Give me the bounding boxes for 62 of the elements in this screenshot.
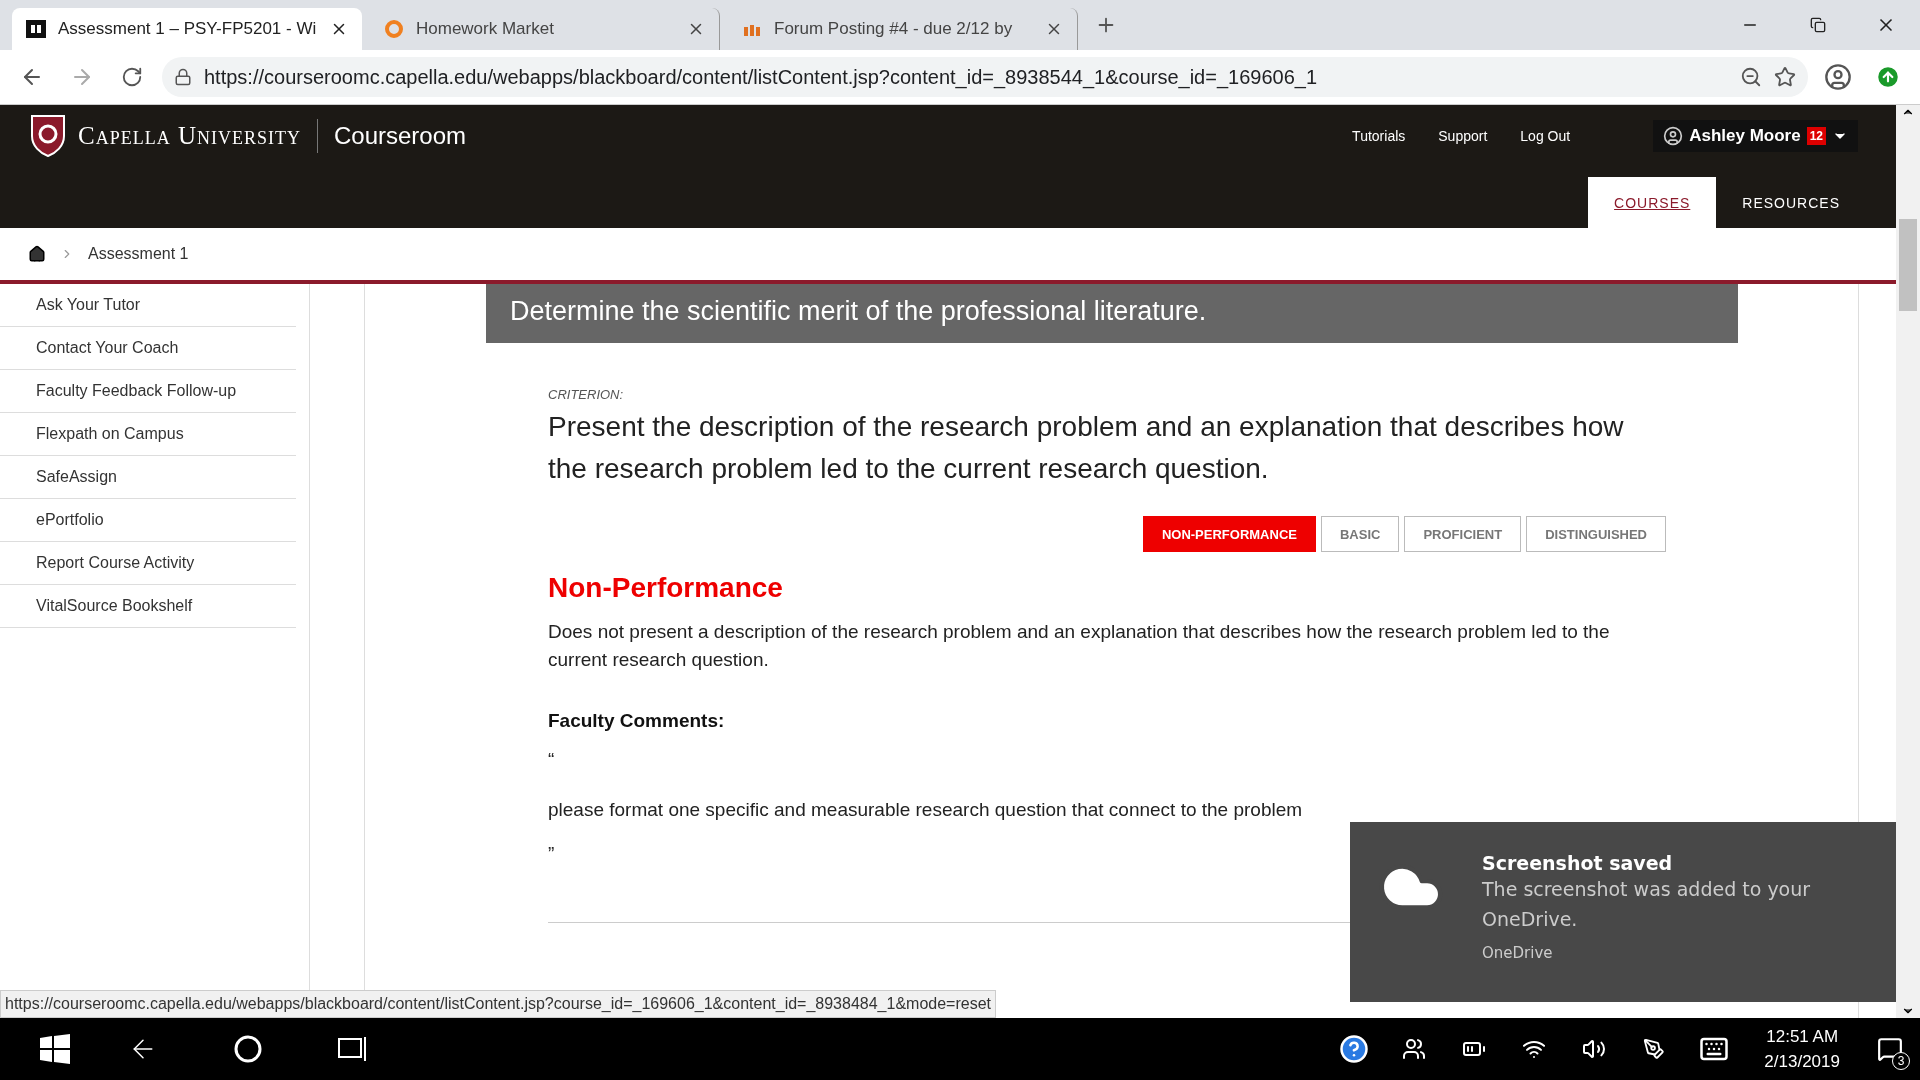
competency-banner: Determine the scientific merit of the professional literature.: [486, 284, 1738, 343]
header-link[interactable]: Support: [1438, 128, 1488, 144]
profile-icon[interactable]: [1824, 63, 1852, 91]
criterion-label: CRITERION:: [548, 387, 625, 402]
browser-tab[interactable]: Forum Posting #4 - due 2/12 by: [728, 8, 1078, 50]
update-icon[interactable]: [1875, 64, 1901, 90]
tab-favicon: [26, 20, 46, 38]
browser-tab[interactable]: Homework Market: [370, 8, 720, 50]
shield-logo-icon: [30, 114, 66, 158]
search-circle-icon[interactable]: [232, 1034, 263, 1064]
avatar-icon: [1663, 126, 1684, 146]
rating-level-button[interactable]: NON-PERFORMANCE: [1142, 516, 1316, 552]
notification-toast[interactable]: Screenshot saved The screenshot was added to your OneDrive. OneDrive: [1350, 822, 1896, 1002]
comments-heading: Faculty Comments:: [548, 710, 726, 732]
notification-count: 3: [1892, 1052, 1910, 1070]
toast-message: The screenshot was added to your OneDrive.: [1482, 877, 1812, 932]
status-url: https://courseroomc.capella.edu/webapps/blackboard/content/listContent.jsp?course_id=_169606_1&content_id=_8938484_1&mode=reset: [0, 990, 996, 1018]
open-quote: “: [548, 748, 555, 772]
reload-icon[interactable]: [121, 66, 143, 88]
windows-start-icon[interactable]: [40, 1034, 70, 1064]
sidebar-item[interactable]: ePortfolio: [0, 499, 296, 542]
lock-icon: [174, 68, 192, 86]
sidebar-item[interactable]: SafeAssign: [0, 456, 296, 499]
toast-source: OneDrive: [1482, 944, 1554, 962]
notification-badge: 12: [1806, 127, 1826, 145]
clock[interactable]: 12:51 AM 2/13/2019: [1744, 1024, 1860, 1074]
brand-name: Capella University: [78, 119, 318, 153]
criterion-text: Present the description of the research problem and an explanation that describes how the research problem led to the current research question.: [548, 410, 1625, 486]
rating-level-button[interactable]: PROFICIENT: [1404, 516, 1522, 552]
nav-tab[interactable]: COURSES: [1588, 177, 1717, 228]
address-bar[interactable]: https://courseroomc.capella.edu/webapps/blackboard/content/listContent.jsp?content_id=_8938544_1&course_id=_169606_1: [162, 57, 1808, 97]
header-link[interactable]: Tutorials: [1352, 128, 1406, 144]
rating-level-button[interactable]: BASIC: [1320, 516, 1400, 552]
scrollbar-thumb[interactable]: [1899, 219, 1917, 311]
nav-tab[interactable]: RESOURCES: [1716, 177, 1866, 228]
people-icon[interactable]: [1402, 1037, 1427, 1061]
zoom-icon[interactable]: [1740, 66, 1762, 88]
home-icon[interactable]: [28, 245, 46, 263]
sidebar-item[interactable]: Flexpath on Campus: [0, 413, 296, 456]
level-title: Non-Performance: [548, 572, 784, 604]
restore-icon[interactable]: [1810, 17, 1826, 33]
sidebar-item[interactable]: Ask Your Tutor: [0, 284, 296, 327]
sidebar-item[interactable]: Contact Your Coach: [0, 327, 296, 370]
tab-favicon: [384, 20, 404, 38]
breadcrumb-item[interactable]: Assessment 1: [88, 245, 189, 263]
toast-title: Screenshot saved: [1482, 852, 1674, 874]
sidebar-item[interactable]: Report Course Activity: [0, 542, 296, 585]
help-icon[interactable]: [1339, 1034, 1370, 1064]
header-link[interactable]: Log Out: [1520, 128, 1571, 144]
rating-level-button[interactable]: DISTINGUISHED: [1526, 516, 1666, 552]
task-view-icon[interactable]: [336, 1035, 369, 1063]
volume-icon[interactable]: [1582, 1037, 1607, 1061]
pen-icon[interactable]: [1643, 1038, 1666, 1060]
bookmark-star-icon[interactable]: [1774, 66, 1796, 88]
close-quote: ”: [548, 842, 555, 866]
level-description: Does not present a description of the research problem and an explanation that describes how the research problem led to the current research question.: [548, 620, 1611, 672]
user-menu[interactable]: Ashley Moore 12: [1653, 120, 1858, 152]
sidebar-item[interactable]: Faculty Feedback Follow-up: [0, 370, 296, 413]
faculty-comment: please format one specific and measurable research question that connect to the problem: [548, 798, 1303, 822]
product-name: Courseroom: [333, 122, 466, 150]
browser-tab[interactable]: Assessment 1 – PSY-FP5201 - Wi: [12, 8, 362, 50]
sidebar-item[interactable]: VitalSource Bookshelf: [0, 585, 296, 628]
